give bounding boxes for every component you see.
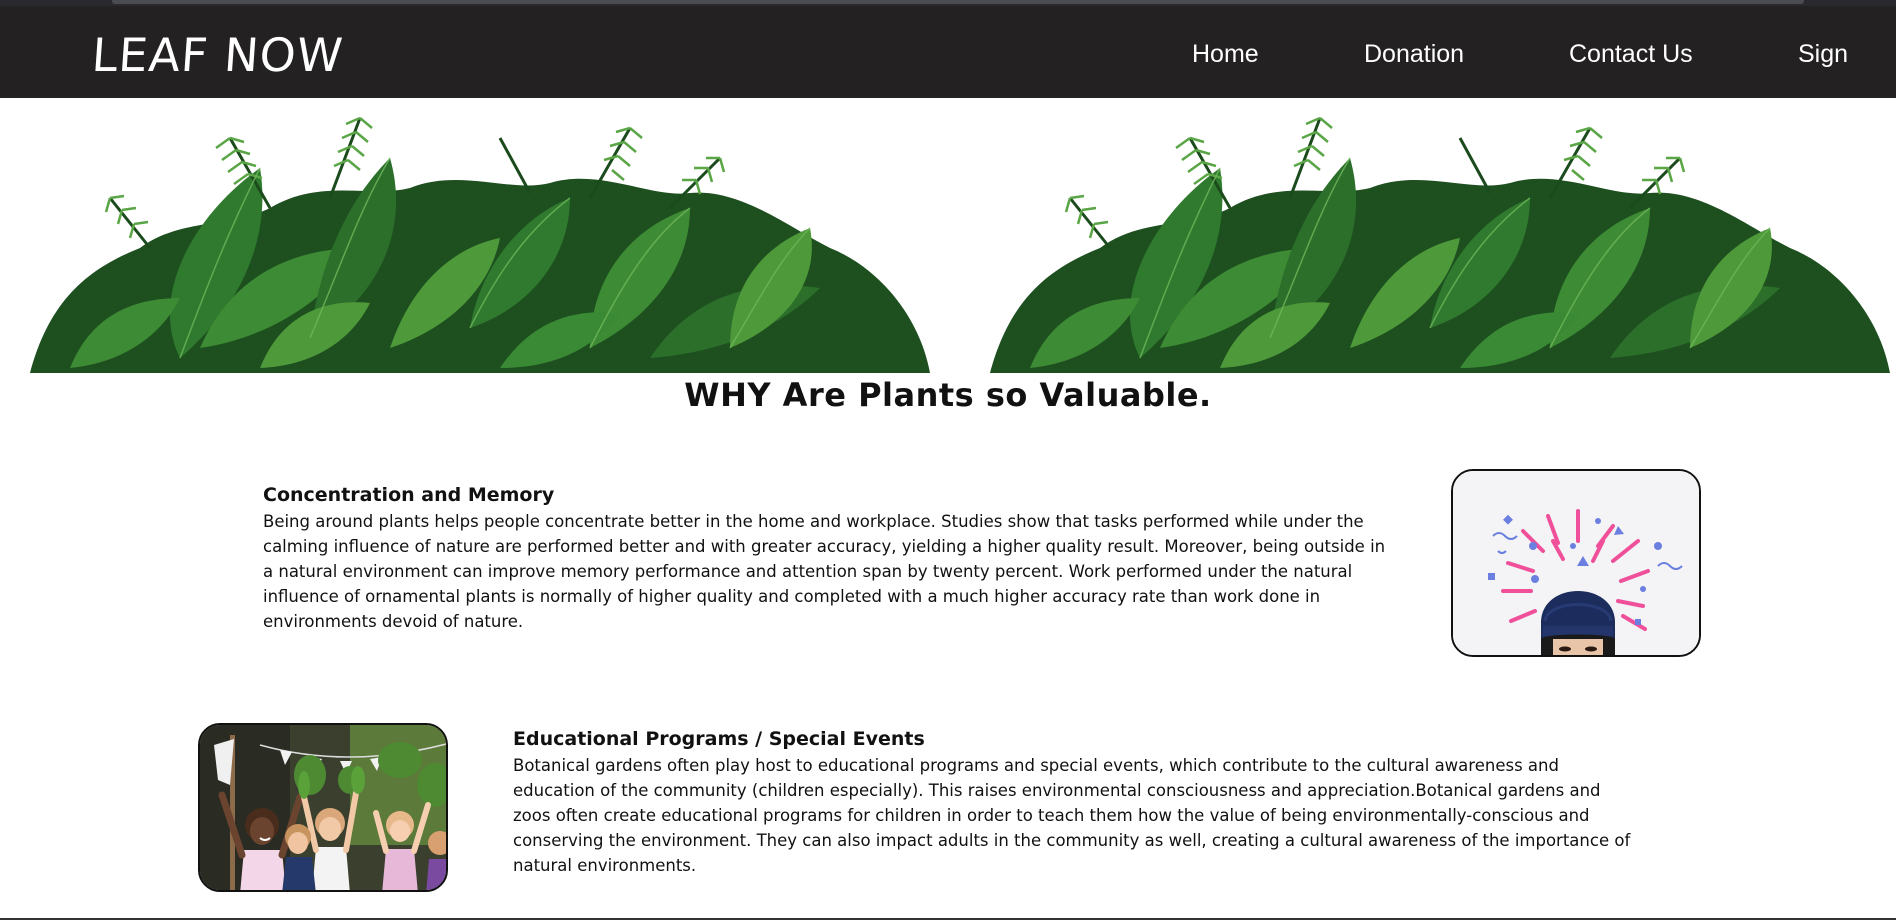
- nav-link-sign[interactable]: Sign: [1798, 40, 1848, 69]
- page-headline: WHY Are Plants so Valuable.: [684, 376, 1212, 414]
- nav-link-donation[interactable]: Donation: [1364, 40, 1464, 69]
- concentration-photo: [1451, 469, 1701, 657]
- site-logo[interactable]: LEAF NOW: [90, 28, 345, 82]
- section-title: Concentration and Memory: [263, 484, 555, 506]
- navbar: LEAF NOW Home Donation Contact Us Sign: [0, 6, 1896, 98]
- hero-plants-banner: [0, 98, 1896, 373]
- plants-right: [988, 116, 1892, 373]
- educational-photo: [198, 723, 448, 892]
- section-text: Botanical gardens often play host to edu…: [513, 756, 1631, 875]
- plants-left: [28, 116, 932, 373]
- nav-link-home[interactable]: Home: [1192, 40, 1259, 69]
- children-garden-image: [200, 725, 446, 890]
- browser-tab-bar: [112, 0, 1804, 4]
- section-title: Educational Programs / Special Events: [513, 728, 925, 750]
- nav-link-contact-us[interactable]: Contact Us: [1569, 40, 1693, 69]
- plants-illustration: [28, 116, 1892, 373]
- section-text: Being around plants helps people concent…: [263, 512, 1386, 631]
- confetti-girl-image: [1453, 471, 1699, 655]
